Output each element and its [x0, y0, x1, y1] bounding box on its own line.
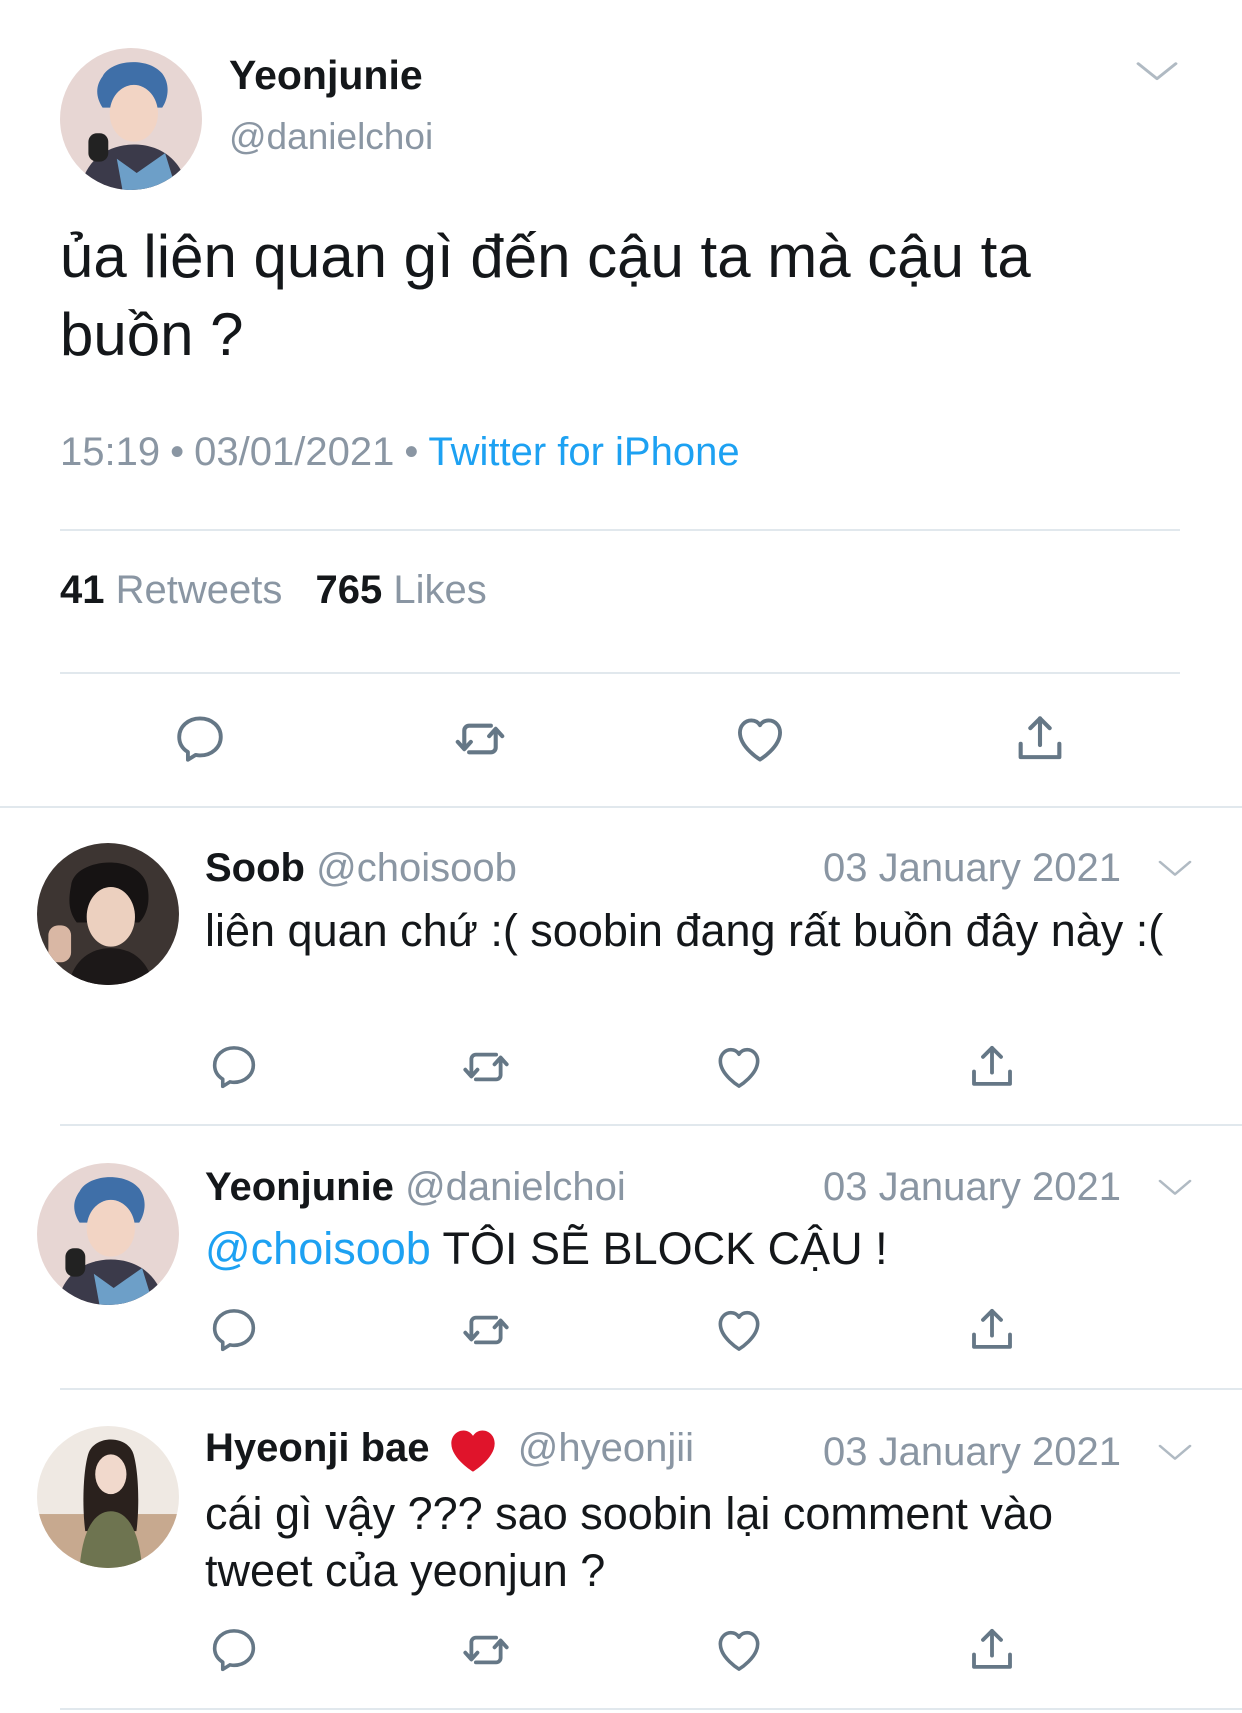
like-icon[interactable] — [712, 1623, 766, 1677]
reply-date: 03 January 2021 — [823, 1430, 1122, 1474]
chevron-down-icon[interactable] — [1155, 852, 1195, 886]
author-name[interactable]: Yeonjunie — [229, 52, 423, 99]
reply-date: 03 January 2021 — [823, 846, 1122, 890]
share-icon[interactable] — [965, 1303, 1019, 1357]
reply-author-name[interactable]: Hyeonji bae — [205, 1426, 430, 1470]
like-icon[interactable] — [731, 710, 789, 768]
reply-header: Hyeonji bae @hyeonjii — [205, 1426, 694, 1474]
tweet-text: ủa liên quan gì đến cậu ta mà cậu ta buồ… — [60, 223, 1031, 368]
chevron-down-icon[interactable] — [1155, 1171, 1195, 1205]
avatar-image — [37, 1163, 179, 1305]
reply-text: @choisoob TÔI SẼ BLOCK CẬU ! — [205, 1220, 1165, 1277]
divider — [0, 806, 1242, 808]
retweets-label[interactable]: Retweets — [116, 568, 283, 612]
reply-author-handle[interactable]: @choisoob — [316, 846, 517, 890]
likes-count[interactable]: 765 — [316, 568, 383, 612]
reply-text: liên quan chứ :( soobin đang rất buồn đâ… — [205, 905, 1164, 956]
divider — [60, 529, 1180, 531]
retweet-icon[interactable] — [451, 710, 509, 768]
tweet-stats: 41 Retweets 765 Likes — [60, 568, 487, 613]
like-icon[interactable] — [712, 1040, 766, 1094]
divider — [60, 1708, 1242, 1710]
avatar[interactable] — [60, 48, 202, 190]
reply-icon[interactable] — [207, 1040, 261, 1094]
retweet-icon[interactable] — [459, 1040, 513, 1094]
reply-author-name[interactable]: Soob — [205, 846, 305, 890]
reply-author-name[interactable]: Yeonjunie — [205, 1165, 394, 1209]
avatar[interactable] — [37, 1426, 179, 1568]
reply-header: Soob @choisoob — [205, 846, 517, 891]
reply-icon[interactable] — [207, 1623, 261, 1677]
avatar-image — [60, 48, 202, 190]
divider — [60, 1124, 1242, 1126]
avatar-image — [37, 843, 179, 985]
reply-icon[interactable] — [171, 710, 229, 768]
avatar[interactable] — [37, 843, 179, 985]
reply-date: 03 January 2021 — [823, 1165, 1122, 1209]
likes-label[interactable]: Likes — [393, 568, 486, 612]
reply-text-body: TÔI SẼ BLOCK CẬU ! — [442, 1223, 888, 1274]
reply-icon[interactable] — [207, 1303, 261, 1357]
reply-text: cái gì vậy ??? sao soobin lại comment và… — [205, 1488, 1053, 1596]
tweet-time: 15:19 — [60, 430, 161, 474]
share-icon[interactable] — [965, 1040, 1019, 1094]
avatar[interactable] — [37, 1163, 179, 1305]
heart-emoji-icon — [447, 1426, 499, 1474]
reply-author-handle[interactable]: @danielchoi — [405, 1165, 626, 1209]
share-icon[interactable] — [1011, 710, 1069, 768]
tweet-date: 03/01/2021 — [194, 430, 395, 474]
reply-author-handle[interactable]: @hyeonjii — [518, 1426, 694, 1470]
reply-header: Yeonjunie @danielchoi — [205, 1165, 626, 1210]
divider — [60, 672, 1180, 674]
share-icon[interactable] — [965, 1623, 1019, 1677]
retweets-count[interactable]: 41 — [60, 568, 105, 612]
retweet-icon[interactable] — [459, 1303, 513, 1357]
avatar-image — [37, 1426, 179, 1568]
retweet-icon[interactable] — [459, 1623, 513, 1677]
chevron-down-icon[interactable] — [1132, 52, 1182, 92]
divider — [60, 1388, 1242, 1390]
chevron-down-icon[interactable] — [1155, 1436, 1195, 1470]
author-handle[interactable]: @danielchoi — [229, 116, 433, 158]
mention-link[interactable]: @choisoob — [205, 1223, 431, 1274]
tweet-meta: 15:19 • 03/01/2021 • Twitter for iPhone — [60, 430, 740, 474]
tweet-source-link[interactable]: Twitter for iPhone — [428, 430, 739, 474]
like-icon[interactable] — [712, 1303, 766, 1357]
